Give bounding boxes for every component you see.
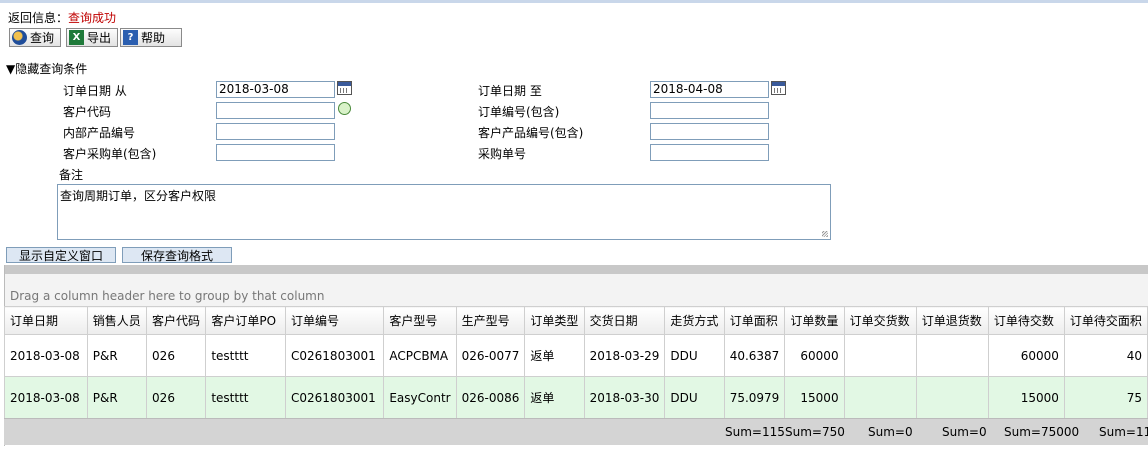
cell[interactable]	[915, 334, 989, 377]
cell[interactable]: 40.6387	[723, 334, 786, 377]
hide-conditions-toggle[interactable]: ▼隐藏查询条件	[6, 60, 87, 77]
cell[interactable]: DDU	[664, 334, 725, 377]
cell[interactable]: 2018-03-30	[583, 376, 666, 419]
cell[interactable]: 15000	[784, 376, 845, 419]
internal-product-input[interactable]	[216, 123, 335, 140]
remark-textarea[interactable]: 查询周期订单，区分客户权限	[57, 184, 831, 240]
table-row[interactable]: 2018-03-08 P&R 026 testttt C0261803001 E…	[4, 376, 1148, 419]
cell[interactable]: ACPCBMA	[383, 334, 457, 377]
help-button[interactable]: ? 帮助	[120, 28, 182, 47]
customer-code-input[interactable]	[216, 102, 335, 119]
table-header-row: 订单日期 销售人员 客户代码 客户订单PO 订单编号 客户型号 生产型号 订单类…	[4, 306, 1148, 335]
cell[interactable]: 2018-03-29	[583, 334, 666, 377]
cell[interactable]: 026	[146, 376, 207, 419]
sum-area: Sum=115	[725, 425, 785, 439]
column-header[interactable]: 订单退货数	[915, 306, 989, 335]
search-icon	[12, 30, 27, 45]
order-no-input[interactable]	[650, 102, 769, 119]
customer-product-label: 客户产品编号(包含)	[478, 126, 584, 140]
customer-product-input[interactable]	[650, 123, 769, 140]
show-custom-window-button[interactable]: 显示自定义窗口	[6, 247, 116, 263]
cell[interactable]: 返单	[524, 376, 585, 419]
cell[interactable]: 60000	[987, 334, 1065, 377]
column-header[interactable]: 订单编号	[285, 306, 385, 335]
resize-grip-icon[interactable]	[822, 231, 828, 237]
cell[interactable]: 60000	[784, 334, 845, 377]
grid-top-bar	[5, 265, 1148, 274]
query-button[interactable]: 查询	[9, 28, 61, 47]
cell[interactable]: 026	[146, 334, 207, 377]
customer-po-input[interactable]	[216, 144, 335, 161]
column-header[interactable]: 客户代码	[146, 306, 207, 335]
sum-returned: Sum=0	[942, 425, 987, 439]
export-label: 导出	[87, 31, 112, 45]
order-date-from-label: 订单日期 从	[63, 84, 127, 98]
export-button[interactable]: X 导出	[66, 28, 118, 47]
order-no-label: 订单编号(包含)	[478, 105, 560, 119]
cell[interactable]: C0261803001	[285, 334, 385, 377]
top-border	[0, 0, 1148, 3]
save-query-format-button[interactable]: 保存查询格式	[122, 247, 232, 263]
purchase-no-label: 采购单号	[478, 147, 527, 161]
status-message: 查询成功	[68, 11, 117, 25]
cell[interactable]	[843, 376, 917, 419]
cell[interactable]: 026-0086	[455, 376, 526, 419]
sum-pending-area: Sum=11	[1099, 425, 1148, 439]
query-label: 查询	[30, 31, 55, 45]
help-icon: ?	[123, 30, 138, 45]
cell[interactable]: DDU	[664, 376, 725, 419]
column-header[interactable]: 订单待交数	[987, 306, 1065, 335]
cell[interactable]: 2018-03-08	[4, 334, 88, 377]
cell[interactable]: 40	[1063, 334, 1148, 377]
remark-label: 备注	[59, 168, 84, 182]
cell[interactable]: 2018-03-08	[4, 376, 88, 419]
excel-icon: X	[69, 30, 84, 45]
sum-delivered: Sum=0	[868, 425, 913, 439]
cell[interactable]: EasyContr	[383, 376, 457, 419]
cell[interactable]: 75.0979	[723, 376, 786, 419]
remark-text: 查询周期订单，区分客户权限	[60, 189, 217, 203]
purchase-no-input[interactable]	[650, 144, 769, 161]
orders-table: 订单日期 销售人员 客户代码 客户订单PO 订单编号 客户型号 生产型号 订单类…	[4, 306, 1148, 419]
cell[interactable]: testttt	[205, 376, 287, 419]
column-header[interactable]: 销售人员	[86, 306, 148, 335]
cell[interactable]: C0261803001	[285, 376, 385, 419]
column-header[interactable]: 生产型号	[455, 306, 526, 335]
status-line: 返回信息：查询成功	[8, 9, 116, 26]
column-header[interactable]: 交货日期	[583, 306, 666, 335]
cell[interactable]: P&R	[86, 334, 148, 377]
cell[interactable]: testttt	[205, 334, 287, 377]
column-header[interactable]: 订单日期	[4, 306, 88, 335]
column-header[interactable]: 订单交货数	[843, 306, 917, 335]
calendar-icon[interactable]	[337, 81, 352, 95]
cell[interactable]	[915, 376, 989, 419]
column-header[interactable]: 客户型号	[383, 306, 457, 335]
column-header[interactable]: 订单类型	[524, 306, 585, 335]
customer-code-label: 客户代码	[63, 105, 112, 119]
column-header[interactable]: 订单待交面积	[1063, 306, 1148, 335]
sum-pending: Sum=75000	[1004, 425, 1080, 439]
internal-product-label: 内部产品编号	[63, 126, 136, 140]
order-date-to-label: 订单日期 至	[478, 84, 542, 98]
column-header[interactable]: 客户订单PO	[205, 306, 287, 335]
cell[interactable]: 026-0077	[455, 334, 526, 377]
cell[interactable]: 返单	[524, 334, 585, 377]
calendar-icon[interactable]	[771, 81, 786, 95]
column-header[interactable]: 订单数量	[784, 306, 845, 335]
order-date-from-input[interactable]: 2018-03-08	[216, 81, 335, 98]
column-header[interactable]: 走货方式	[664, 306, 725, 335]
status-label: 返回信息：	[8, 11, 69, 25]
order-date-to-input[interactable]: 2018-04-08	[650, 81, 769, 98]
table-row[interactable]: 2018-03-08 P&R 026 testttt C0261803001 A…	[4, 334, 1148, 377]
sum-quantity: Sum=750	[785, 425, 845, 439]
summary-footer: Sum=115 Sum=750 Sum=0 Sum=0 Sum=75000 Su…	[4, 418, 1148, 445]
customer-po-label: 客户采购单(包含)	[63, 147, 157, 161]
column-header[interactable]: 订单面积	[723, 306, 786, 335]
help-label: 帮助	[141, 31, 166, 45]
lookup-icon[interactable]	[338, 102, 351, 115]
cell[interactable]: 15000	[987, 376, 1065, 419]
cell[interactable]: 75	[1063, 376, 1148, 419]
cell[interactable]: P&R	[86, 376, 148, 419]
cell[interactable]	[843, 334, 917, 377]
